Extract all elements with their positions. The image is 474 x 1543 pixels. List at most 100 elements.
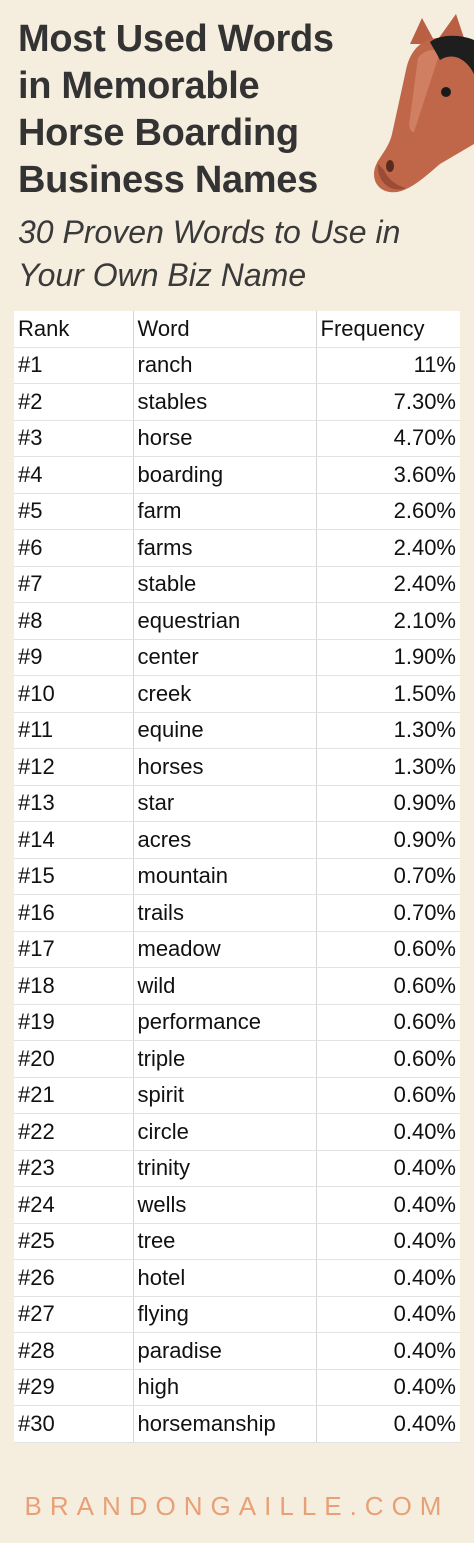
cell-frequency: 1.90% <box>316 639 460 676</box>
cell-rank: #7 <box>14 566 134 603</box>
cell-rank: #15 <box>14 858 134 895</box>
cell-word: wells <box>133 1186 317 1224</box>
cell-rank: #8 <box>14 602 134 640</box>
cell-rank: #24 <box>14 1186 134 1224</box>
cell-word: star <box>133 785 317 822</box>
cell-word: horses <box>133 748 317 786</box>
cell-rank: #9 <box>14 639 134 676</box>
cell-word: farms <box>133 529 317 567</box>
cell-rank: #17 <box>14 931 134 968</box>
table-row: #9 center 1.90% <box>14 639 460 676</box>
table-row: #16 trails 0.70% <box>14 894 460 932</box>
table-row: #3 horse 4.70% <box>14 420 460 457</box>
cell-frequency: 0.40% <box>316 1332 460 1370</box>
table-row: #19 performance 0.60% <box>14 1004 460 1041</box>
cell-word: mountain <box>133 858 317 895</box>
table-row: #6 farms 2.40% <box>14 529 460 567</box>
table-row: #24 wells 0.40% <box>14 1186 460 1224</box>
cell-rank: #3 <box>14 420 134 457</box>
cell-frequency: 2.60% <box>316 493 460 530</box>
cell-word: trails <box>133 894 317 932</box>
cell-frequency: 2.10% <box>316 602 460 640</box>
cell-word: equine <box>133 712 317 749</box>
table-row: #25 tree 0.40% <box>14 1223 460 1260</box>
cell-word: horsemanship <box>133 1405 317 1443</box>
cell-word: equestrian <box>133 602 317 640</box>
word-frequency-table: Rank Word Frequency #1 ranch 11% #2 stables 7… <box>14 311 460 1443</box>
cell-frequency: 0.70% <box>316 858 460 895</box>
cell-word: triple <box>133 1040 317 1078</box>
cell-word: paradise <box>133 1332 317 1370</box>
cell-frequency: 0.60% <box>316 1004 460 1041</box>
cell-frequency: 3.60% <box>316 456 460 494</box>
cell-frequency: 0.70% <box>316 894 460 932</box>
header-rank: Rank <box>14 311 134 348</box>
cell-rank: #14 <box>14 821 134 859</box>
cell-frequency: 0.60% <box>316 967 460 1005</box>
cell-rank: #29 <box>14 1369 134 1406</box>
cell-rank: #27 <box>14 1296 134 1333</box>
cell-rank: #19 <box>14 1004 134 1041</box>
table-row: #26 hotel 0.40% <box>14 1259 460 1297</box>
cell-word: circle <box>133 1113 317 1151</box>
subtitle-line-1: 30 Proven Words to Use in <box>18 214 401 250</box>
table-row: #8 equestrian 2.10% <box>14 602 460 640</box>
header-frequency: Frequency <box>316 311 460 348</box>
cell-rank: #28 <box>14 1332 134 1370</box>
cell-rank: #22 <box>14 1113 134 1151</box>
table-row: #29 high 0.40% <box>14 1369 460 1406</box>
cell-rank: #5 <box>14 493 134 530</box>
table-row: #11 equine 1.30% <box>14 712 460 749</box>
title-line-4: Business Names <box>18 159 318 201</box>
cell-rank: #6 <box>14 529 134 567</box>
cell-frequency: 1.30% <box>316 712 460 749</box>
cell-frequency: 0.60% <box>316 1077 460 1114</box>
table-row: #17 meadow 0.60% <box>14 931 460 968</box>
cell-rank: #16 <box>14 894 134 932</box>
cell-frequency: 0.40% <box>316 1369 460 1406</box>
table-row: #14 acres 0.90% <box>14 821 460 859</box>
cell-rank: #13 <box>14 785 134 822</box>
table-row: #1 ranch 11% <box>14 347 460 384</box>
cell-frequency: 0.40% <box>316 1405 460 1443</box>
title-line-1: Most Used Words <box>18 18 334 60</box>
table-row: #30 horsemanship 0.40% <box>14 1405 460 1443</box>
cell-frequency: 0.40% <box>316 1259 460 1297</box>
header-word: Word <box>133 311 317 348</box>
cell-rank: #23 <box>14 1150 134 1187</box>
cell-frequency: 0.40% <box>316 1186 460 1224</box>
table-body: #1 ranch 11% #2 stables 7.30% #3 horse 4.70% #4 bo… <box>14 347 460 1443</box>
table-row: #28 paradise 0.40% <box>14 1332 460 1370</box>
table-row: #15 mountain 0.70% <box>14 858 460 895</box>
cell-frequency: 0.90% <box>316 821 460 859</box>
cell-word: spirit <box>133 1077 317 1114</box>
cell-rank: #20 <box>14 1040 134 1078</box>
subtitle-line-2: Your Own Biz Name <box>18 257 307 293</box>
table-row: #10 creek 1.50% <box>14 675 460 713</box>
cell-word: farm <box>133 493 317 530</box>
table-row: #2 stables 7.30% <box>14 383 460 421</box>
cell-frequency: 2.40% <box>316 529 460 567</box>
table-row: #12 horses 1.30% <box>14 748 460 786</box>
cell-frequency: 0.40% <box>316 1113 460 1151</box>
cell-rank: #10 <box>14 675 134 713</box>
cell-word: meadow <box>133 931 317 968</box>
cell-word: ranch <box>133 347 317 384</box>
cell-word: horse <box>133 420 317 457</box>
cell-word: high <box>133 1369 317 1406</box>
table-row: #22 circle 0.40% <box>14 1113 460 1151</box>
table-row: #4 boarding 3.60% <box>14 456 460 494</box>
cell-frequency: 1.50% <box>316 675 460 713</box>
cell-word: stable <box>133 566 317 603</box>
cell-word: boarding <box>133 456 317 494</box>
cell-word: center <box>133 639 317 676</box>
table-row: #18 wild 0.60% <box>14 967 460 1005</box>
cell-frequency: 0.40% <box>316 1296 460 1333</box>
cell-rank: #2 <box>14 383 134 421</box>
cell-word: trinity <box>133 1150 317 1187</box>
title-line-2: in Memorable <box>18 65 260 107</box>
cell-frequency: 0.40% <box>316 1150 460 1187</box>
cell-word: acres <box>133 821 317 859</box>
cell-word: wild <box>133 967 317 1005</box>
table-row: #20 triple 0.60% <box>14 1040 460 1078</box>
